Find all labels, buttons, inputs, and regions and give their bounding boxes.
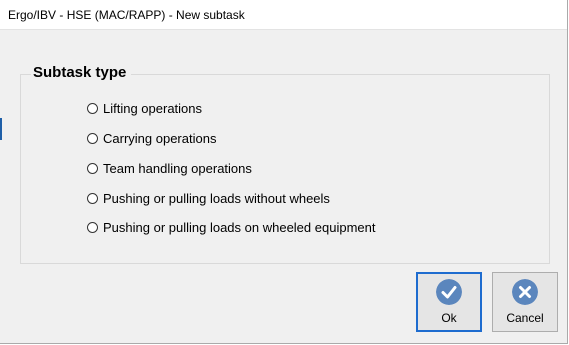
window-title: Ergo/IBV - HSE (MAC/RAPP) - New subtask <box>8 8 245 22</box>
radio-label[interactable]: Carrying operations <box>103 131 216 146</box>
x-circle-icon <box>512 279 538 305</box>
subtask-type-heading: Subtask type <box>31 64 132 81</box>
ok-button-label: Ok <box>441 311 457 325</box>
radio-pushing-pulling-wheeled-equipment[interactable]: Pushing or pulling loads on wheeled equi… <box>87 219 375 235</box>
title-bar[interactable]: Ergo/IBV - HSE (MAC/RAPP) - New subtask <box>0 0 567 30</box>
radio-label[interactable]: Pushing or pulling loads on wheeled equi… <box>103 220 375 235</box>
radio-label[interactable]: Pushing or pulling loads without wheels <box>103 191 330 206</box>
new-subtask-dialog: Ergo/IBV - HSE (MAC/RAPP) - New subtask … <box>0 0 568 344</box>
radio-button-icon[interactable] <box>87 132 98 144</box>
radio-team-handling-operations[interactable]: Team handling operations <box>87 160 252 176</box>
radio-label[interactable]: Team handling operations <box>103 161 252 176</box>
radio-button-icon[interactable] <box>87 221 98 233</box>
radio-label[interactable]: Lifting operations <box>103 101 202 116</box>
radio-pushing-pulling-without-wheels[interactable]: Pushing or pulling loads without wheels <box>87 190 330 206</box>
radio-button-icon[interactable] <box>87 192 98 204</box>
radio-carrying-operations[interactable]: Carrying operations <box>87 130 216 146</box>
cancel-button[interactable]: Cancel <box>492 272 558 332</box>
check-circle-icon <box>436 279 462 305</box>
cancel-button-label: Cancel <box>506 311 544 325</box>
radio-lifting-operations[interactable]: Lifting operations <box>87 100 202 116</box>
ok-button[interactable]: Ok <box>416 272 482 332</box>
radio-button-icon[interactable] <box>87 162 98 174</box>
radio-button-icon[interactable] <box>87 102 98 114</box>
background-window-edge <box>0 118 2 140</box>
